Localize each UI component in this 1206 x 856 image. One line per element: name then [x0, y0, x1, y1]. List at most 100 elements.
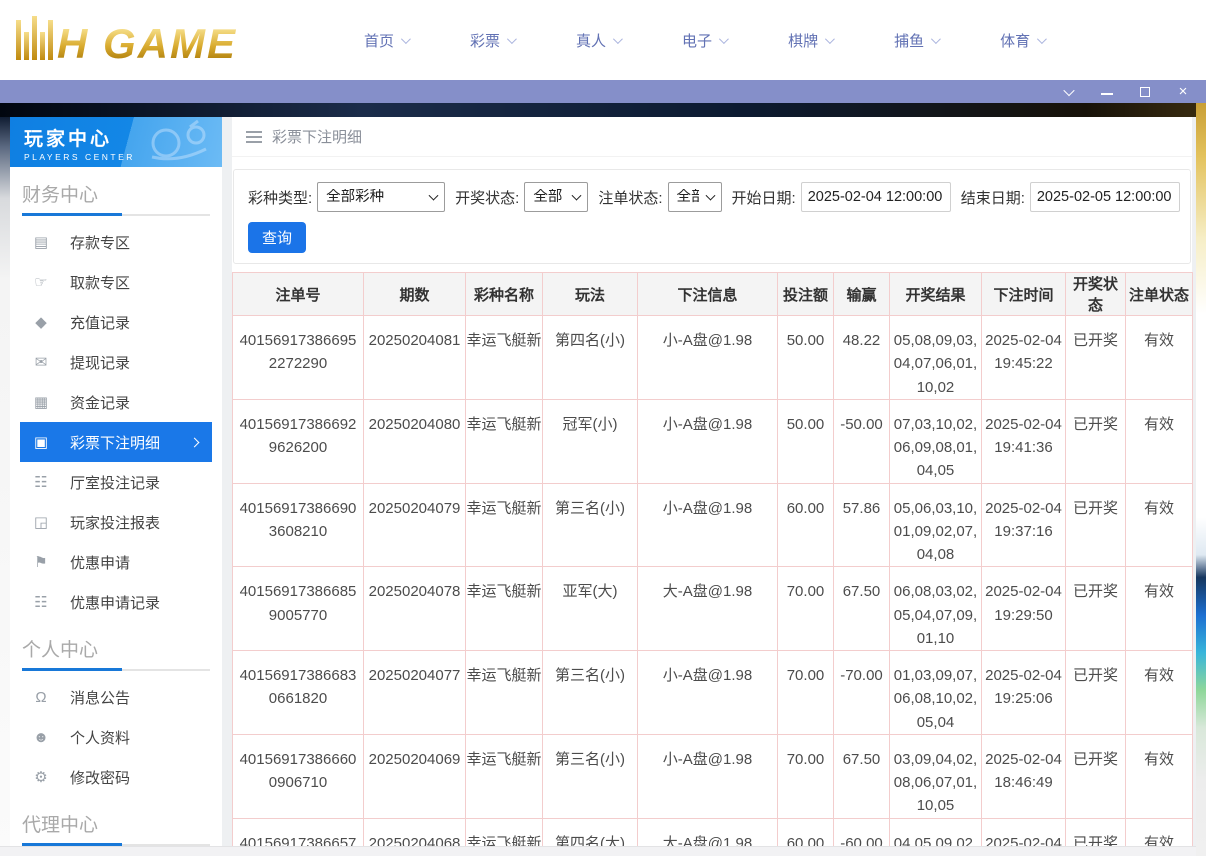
- table-cell: 有效: [1126, 567, 1193, 651]
- table-cell: 冠军(小): [543, 399, 638, 483]
- content-region: 玩家中心 PLAYERS CENTER 财务中心▤存款专区☞取款专区◆充值记录✉…: [0, 117, 1206, 856]
- sidebar-item-recharge-records[interactable]: ◆充值记录: [20, 302, 212, 342]
- nav-item-slots[interactable]: 电子: [682, 30, 726, 51]
- nav-item-live[interactable]: 真人: [576, 30, 620, 51]
- table-cell: 07,03,10,02,06,09,08,01,04,05: [890, 399, 982, 483]
- sidebar-item-label: 修改密码: [70, 767, 130, 788]
- left-edge-background: [0, 117, 10, 856]
- table-cell: 401569173866830661820: [233, 651, 364, 735]
- app-window: H GAME 首页 彩票 真人 电子 棋牌 捕鱼 体育 × 玩家中心 PLAYERS CEN…: [0, 0, 1206, 856]
- sidebar-item-announcements[interactable]: Ω 消息公告: [20, 677, 212, 717]
- search-button[interactable]: 查询: [248, 222, 306, 253]
- sidebar-item-promo-apply[interactable]: ⚑ 优惠申请: [20, 542, 212, 582]
- nav-item-lottery[interactable]: 彩票: [470, 30, 514, 51]
- table-cell: 第四名(小): [543, 316, 638, 400]
- column-header: 下注时间: [982, 273, 1066, 316]
- column-header: 注单状态: [1126, 273, 1193, 316]
- nav-item-label: 捕鱼: [894, 30, 924, 51]
- table-cell: 401569173866929626200: [233, 399, 364, 483]
- column-header: 输赢: [834, 273, 890, 316]
- order-status-label: 注单状态:: [598, 187, 662, 208]
- sidebar-item-hall-bets[interactable]: ☷厅室投注记录: [20, 462, 212, 502]
- section-heading: 个人中心: [10, 622, 222, 669]
- sidebar-item-lottery-bets[interactable]: ▣ 彩票下注明细: [20, 422, 212, 462]
- table-cell: 第三名(小): [543, 483, 638, 567]
- table-cell: 幸运飞艇新: [466, 316, 543, 400]
- chevron-right-icon: [190, 437, 200, 447]
- logo-bars-icon: [16, 16, 53, 65]
- bell-icon: Ω: [32, 689, 50, 706]
- sidebar-item-withdrawal-records[interactable]: ✉提现记录: [20, 342, 212, 382]
- person-icon: ☻: [32, 729, 50, 746]
- sidebar-header: 玩家中心 PLAYERS CENTER: [10, 117, 222, 167]
- table-cell: 有效: [1126, 316, 1193, 400]
- chevron-down-icon: [613, 34, 623, 44]
- table-cell: 2025-02-04 19:41:36: [982, 399, 1066, 483]
- column-header: 开奖状态: [1066, 273, 1126, 316]
- chevron-down-icon: [507, 34, 517, 44]
- window-minimize-button[interactable]: [1100, 85, 1114, 99]
- draw-status-select-wrap: 全部: [524, 182, 588, 212]
- section-heading: 代理中心: [10, 797, 222, 844]
- table-cell: 06,08,03,02,05,04,07,09,01,10: [890, 567, 982, 651]
- sidebar-item-label: 个人资料: [70, 727, 130, 748]
- table-cell: 已开奖: [1066, 734, 1126, 818]
- right-banner-strip: [1196, 103, 1206, 856]
- table-row: 40156917386692962620020250204080幸运飞艇新冠军(…: [233, 399, 1193, 483]
- end-date-input[interactable]: [1030, 182, 1180, 212]
- column-header: 下注信息: [638, 273, 778, 316]
- chevron-down-icon: [719, 34, 729, 44]
- brand-logo: H GAME: [16, 16, 316, 65]
- sidebar-item-label: 消息公告: [70, 687, 130, 708]
- window-collapse-button[interactable]: [1062, 85, 1076, 99]
- table-cell: 20250204081: [364, 316, 466, 400]
- horizontal-scrollbar[interactable]: [0, 846, 1206, 856]
- sidebar-item-label: 彩票下注明细: [70, 432, 160, 453]
- nav-item-home[interactable]: 首页: [364, 30, 408, 51]
- nav-item-sports[interactable]: 体育: [1000, 30, 1044, 51]
- promo-flag-icon: ⚑: [32, 553, 50, 571]
- sidebar-item-label: 优惠申请: [70, 552, 130, 573]
- sidebar-item-label: 取款专区: [70, 272, 130, 293]
- main-panel: 彩票下注明细 彩种类型: 全部彩种 开奖状态: 全部 注单状态: 全部: [232, 117, 1192, 856]
- window-maximize-button[interactable]: [1138, 85, 1152, 99]
- table-cell: 20250204069: [364, 734, 466, 818]
- banner-strip: [0, 103, 1206, 117]
- withdraw-hand-icon: ☞: [32, 273, 50, 291]
- table-cell: 幸运飞艇新: [466, 567, 543, 651]
- nav-item-label: 棋牌: [788, 30, 818, 51]
- sidebar-item-profile[interactable]: ☻ 个人资料: [20, 717, 212, 757]
- sidebar-item-promo-records[interactable]: ☷优惠申请记录: [20, 582, 212, 622]
- nav-item-fishing[interactable]: 捕鱼: [894, 30, 938, 51]
- sidebar-sections: 财务中心▤存款专区☞取款专区◆充值记录✉提现记录▦资金记录▣彩票下注明细☷厅室投…: [10, 167, 222, 856]
- chevron-down-icon: [931, 34, 941, 44]
- gear-icon: ⚙: [32, 768, 50, 786]
- draw-status-select[interactable]: 全部: [524, 182, 588, 212]
- table-cell: 已开奖: [1066, 567, 1126, 651]
- table-cell: 2025-02-04 19:45:22: [982, 316, 1066, 400]
- table-cell: 有效: [1126, 651, 1193, 735]
- sidebar-item-withdraw[interactable]: ☞ 取款专区: [20, 262, 212, 302]
- sidebar-item-change-password[interactable]: ⚙ 修改密码: [20, 757, 212, 797]
- table-cell: 20250204079: [364, 483, 466, 567]
- table-cell: 401569173866952272290: [233, 316, 364, 400]
- table-cell: 幸运飞艇新: [466, 734, 543, 818]
- filter-row: 彩种类型: 全部彩种 开奖状态: 全部 注单状态: 全部 开始日期: 结束日期:: [248, 182, 1176, 212]
- sidebar-item-deposit[interactable]: ▤存款专区: [20, 222, 212, 262]
- sidebar-item-player-report[interactable]: ◲玩家投注报表: [20, 502, 212, 542]
- lottery-type-select[interactable]: 全部彩种: [317, 182, 445, 212]
- table-cell: 2025-02-04 19:25:06: [982, 651, 1066, 735]
- table-cell: 幸运飞艇新: [466, 483, 543, 567]
- window-close-button[interactable]: ×: [1176, 85, 1190, 99]
- start-date-input[interactable]: [801, 182, 951, 212]
- nav-item-chess[interactable]: 棋牌: [788, 30, 832, 51]
- bet-list-icon: ▣: [32, 433, 50, 451]
- menu-icon[interactable]: [246, 131, 262, 143]
- sidebar: 玩家中心 PLAYERS CENTER 财务中心▤存款专区☞取款专区◆充值记录✉…: [10, 117, 222, 856]
- sidebar-item-funds-records[interactable]: ▦资金记录: [20, 382, 212, 422]
- table-cell: 有效: [1126, 399, 1193, 483]
- report-chart-icon: ◲: [32, 513, 50, 531]
- order-status-select[interactable]: 全部: [668, 182, 722, 212]
- table-cell: 401569173866600906710: [233, 734, 364, 818]
- order-status-select-wrap: 全部: [668, 182, 722, 212]
